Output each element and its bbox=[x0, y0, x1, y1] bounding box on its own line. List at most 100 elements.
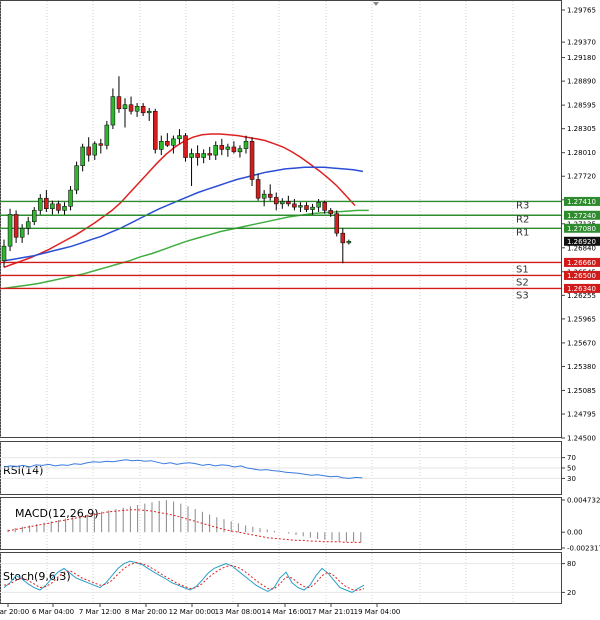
level-label-r1: R1 bbox=[516, 227, 529, 238]
price-tick-label: 1.25380 bbox=[567, 363, 596, 371]
bearish-candle bbox=[116, 96, 122, 110]
bearish-candle bbox=[249, 141, 255, 180]
bearish-candle bbox=[255, 179, 261, 199]
bullish-candle bbox=[310, 206, 315, 210]
bullish-candle bbox=[104, 124, 110, 146]
bullish-candle bbox=[280, 201, 285, 205]
price-tick-label: 1.28890 bbox=[567, 78, 596, 86]
bullish-candle bbox=[298, 205, 303, 208]
bullish-candle bbox=[134, 106, 140, 112]
macd-tick-label: -0.002317 bbox=[567, 545, 600, 553]
bearish-candle bbox=[292, 203, 297, 208]
bullish-candle bbox=[159, 141, 164, 150]
macd-label: MACD(12,26,9) bbox=[15, 507, 99, 520]
bearish-candle bbox=[274, 197, 279, 205]
stoch-panel-frame bbox=[0, 552, 562, 604]
price-tick-label: 1.25670 bbox=[567, 339, 596, 347]
bullish-candle bbox=[62, 206, 67, 211]
bearish-candle bbox=[183, 135, 188, 158]
bearish-candle bbox=[128, 104, 134, 112]
time-tick-label: 19 Mar 04:00 bbox=[354, 608, 401, 616]
bullish-candle bbox=[74, 165, 79, 191]
rsi-tick-label: 30 bbox=[567, 475, 576, 483]
price-tick-label: 1.25965 bbox=[567, 315, 596, 323]
level-label-s3: S3 bbox=[516, 290, 529, 301]
bearish-candle bbox=[286, 201, 291, 205]
bullish-candle bbox=[19, 228, 25, 238]
bearish-candle bbox=[322, 202, 327, 211]
bullish-candle bbox=[243, 141, 249, 149]
bearish-candle bbox=[44, 197, 49, 210]
price-tick-label: 1.26255 bbox=[567, 292, 596, 300]
level-tag-r1: 1.27080 bbox=[567, 225, 596, 233]
bullish-candle bbox=[25, 221, 31, 229]
macd-tick-label: 0.00 bbox=[567, 529, 583, 537]
bullish-candle bbox=[237, 148, 243, 153]
bearish-candle bbox=[56, 203, 61, 211]
price-tick-label: 1.25085 bbox=[567, 387, 596, 395]
rsi-tick-label: 50 bbox=[567, 465, 576, 473]
level-label-s1: S1 bbox=[516, 264, 529, 275]
level-label-r2: R2 bbox=[516, 214, 529, 225]
bearish-candle bbox=[304, 205, 309, 210]
bullish-candle bbox=[316, 202, 321, 208]
stoch-tick-label: 80 bbox=[567, 560, 576, 568]
bullish-candle bbox=[68, 189, 73, 207]
right-axis bbox=[562, 0, 600, 604]
forex-chart: 1.29765 1.29370 1.29180 1.28890 1.28595 1.283… bbox=[0, 0, 600, 616]
level-tag-s1: 1.26660 bbox=[567, 259, 596, 267]
bullish-candle bbox=[38, 197, 43, 211]
price-tick-label: 1.28010 bbox=[567, 149, 596, 157]
bullish-candle bbox=[7, 214, 13, 247]
price-tick-label: 1.27720 bbox=[567, 173, 596, 181]
bearish-candle bbox=[86, 146, 91, 156]
current-price-tag: 1.26920 bbox=[567, 238, 596, 246]
time-axis: 5 Mar 20:006 Mar 04:00 7 Mar 12:00 8 Mar 2… bbox=[0, 604, 400, 616]
bearish-candle bbox=[328, 210, 333, 214]
bullish-candle bbox=[346, 241, 352, 244]
bearish-candle bbox=[153, 110, 158, 150]
bullish-candle bbox=[92, 143, 97, 156]
rsi-tick-label: 70 bbox=[567, 454, 576, 462]
bearish-candle bbox=[334, 213, 339, 234]
bearish-candle bbox=[140, 106, 146, 114]
bullish-candle bbox=[32, 210, 37, 223]
bearish-candle bbox=[165, 141, 170, 146]
bullish-candle bbox=[261, 193, 267, 199]
bullish-candle bbox=[146, 110, 152, 114]
price-tags: 1.27410 1.27240 1.27080 1.26660 1.26500 1.263… bbox=[564, 196, 600, 293]
price-tick-label: 1.29370 bbox=[567, 39, 596, 47]
price-tick-label: 1.28305 bbox=[567, 125, 596, 133]
bearish-candle bbox=[98, 143, 104, 146]
time-tick-label: 12 Mar 00:00 bbox=[169, 608, 216, 616]
stoch-tick-label: 20 bbox=[567, 589, 576, 597]
bullish-candle bbox=[50, 203, 55, 210]
price-tick-label: 1.29180 bbox=[567, 54, 596, 62]
time-tick-label: 5 Mar 20:00 bbox=[0, 608, 29, 616]
bearish-candle bbox=[195, 153, 200, 158]
stoch-label: Stoch(9,6,3) bbox=[3, 570, 71, 583]
level-tag-r2: 1.27240 bbox=[567, 212, 596, 220]
bullish-candle bbox=[122, 104, 128, 110]
bearish-candle bbox=[231, 146, 237, 153]
bullish-candle bbox=[80, 146, 85, 166]
bullish-candle bbox=[201, 153, 206, 158]
price-tick-label: 1.29765 bbox=[567, 7, 596, 15]
level-tag-r3: 1.27410 bbox=[567, 198, 596, 206]
level-tag-s2: 1.26500 bbox=[567, 272, 596, 280]
bullish-candle bbox=[1, 245, 7, 262]
macd-tick-label: 0.004732 bbox=[567, 497, 600, 505]
bullish-candle bbox=[171, 138, 176, 146]
price-tick-label: 1.24500 bbox=[567, 435, 596, 443]
time-tick-label: 17 Mar 21:01 bbox=[308, 608, 355, 616]
bullish-candle bbox=[225, 146, 231, 150]
time-tick-label: 8 Mar 20:00 bbox=[125, 608, 167, 616]
bearish-candle bbox=[267, 193, 273, 198]
bullish-candle bbox=[213, 145, 218, 156]
macd-panel-frame bbox=[0, 497, 562, 550]
price-tick-label: 1.28595 bbox=[567, 102, 596, 110]
bearish-candle bbox=[207, 153, 212, 156]
level-label-s2: S2 bbox=[516, 277, 529, 288]
time-tick-label: 7 Mar 12:00 bbox=[79, 608, 121, 616]
bearish-candle bbox=[340, 232, 346, 244]
